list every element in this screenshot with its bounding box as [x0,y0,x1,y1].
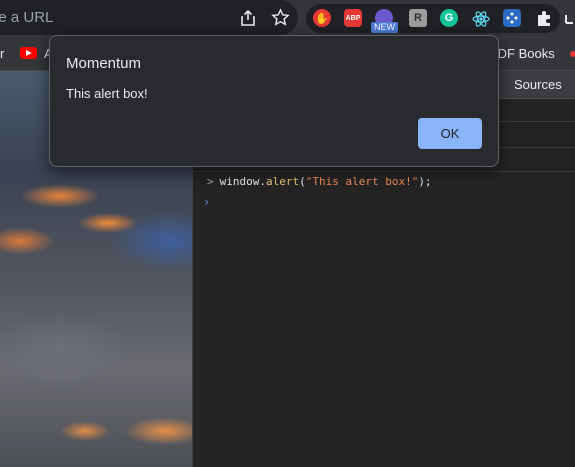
youtube-icon[interactable] [20,47,37,59]
console-object: window [219,175,260,188]
blue-extension-icon[interactable] [503,9,521,27]
bookmark-overflow-icon[interactable] [570,51,575,57]
new-badge: NEW [371,22,398,33]
console-close: ); [418,175,432,188]
console-expand-arrow[interactable]: > [207,175,214,188]
profile-update-icon[interactable] [564,9,575,27]
console-string-arg: "This alert box!" [305,175,419,188]
alert-message: This alert box! [66,86,148,101]
alert-title: Momentum [66,55,142,72]
console-prompt[interactable]: › [203,195,210,209]
ok-button[interactable]: OK [418,118,482,149]
console-method: alert [266,175,300,188]
adblock-plus-icon[interactable]: ABP [344,9,362,27]
address-bar-placeholder: pe a URL [0,9,54,26]
share-icon[interactable] [239,9,257,27]
tab-sources[interactable]: Sources [514,77,562,92]
alert-dialog: Momentum This alert box! OK [49,35,499,167]
bookmark-item-r[interactable]: r [0,46,4,61]
hand-extension-icon[interactable]: ✋ [313,9,331,27]
console-dot: . [259,175,266,188]
console-open-paren: ( [299,175,306,188]
grammarly-icon[interactable]: G [440,9,458,27]
bookmark-star-icon[interactable] [271,8,290,27]
react-devtools-icon[interactable] [471,9,491,29]
browser-toolbar: pe a URL ✋ ABP NEW R G [0,0,575,37]
r-extension-icon[interactable]: R [409,9,427,27]
console-input-line: > window.alert("This alert box!"); [207,175,432,188]
extensions-puzzle-icon[interactable] [535,9,553,27]
